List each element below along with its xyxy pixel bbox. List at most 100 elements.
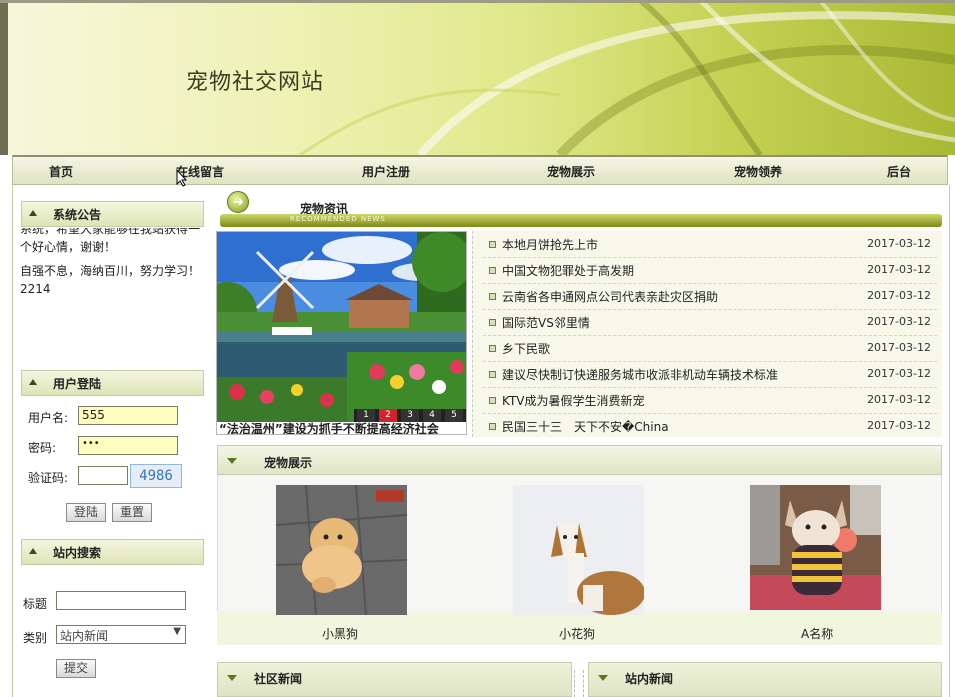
bullet-icon — [489, 397, 496, 404]
triangle-icon — [29, 210, 37, 216]
news-list: 本地月饼抢先上市 2017-03-12 中国文物犯罪处于高发期 2017-03-12… — [472, 231, 942, 437]
news-item-title[interactable]: 中国文物犯罪处于高发期 — [502, 262, 634, 279]
news-item[interactable]: KTV成为暑假学生消费新宠 2017-03-12 — [483, 387, 937, 414]
slide-page-5[interactable]: 5 — [445, 409, 463, 422]
chihuahua-photo[interactable] — [750, 485, 881, 610]
username-input[interactable]: 555 — [78, 406, 178, 425]
news-item[interactable]: 民国三十三 天下不安�China 2017-03-12 — [483, 413, 937, 439]
news-item-date: 2017-03-12 — [867, 393, 931, 406]
slide-page-3[interactable]: 3 — [401, 409, 419, 422]
news-item-date: 2017-03-12 — [867, 367, 931, 380]
community-news-title: 社区新闻 — [254, 672, 303, 686]
news-item-title[interactable]: 云南省各申通网点公司代表亲赴灾区捐助 — [502, 288, 718, 305]
bullet-icon — [489, 293, 496, 300]
chevron-down-icon: ▼ — [173, 626, 181, 637]
reset-button[interactable]: 重置 — [112, 503, 152, 522]
triangle-icon — [29, 379, 37, 385]
pomeranian-photo[interactable] — [276, 485, 407, 615]
bullet-icon — [489, 267, 496, 274]
notice-line: 系统，希望大家能够在我站获得一个好心情，谢谢！ — [20, 228, 201, 254]
notice-title: 系统公告 — [53, 208, 102, 222]
community-news-header: 社区新闻 — [217, 662, 572, 697]
search-header: 站内搜索 — [21, 539, 204, 565]
nav-admin[interactable]: 后台 — [887, 163, 911, 180]
search-title: 站内搜索 — [53, 546, 102, 560]
password-label: 密码: — [28, 441, 57, 455]
pet-image — [750, 485, 881, 610]
captcha-image[interactable]: 4986 — [130, 464, 182, 488]
login-button[interactable]: 登陆 — [66, 503, 106, 522]
windmill-landscape-image — [217, 232, 466, 422]
slide-page-2[interactable]: 2 — [379, 409, 397, 422]
slide-pager: 1 2 3 4 5 — [354, 409, 466, 422]
pet-name[interactable]: 小花狗 — [559, 625, 595, 642]
column-divider — [574, 670, 584, 697]
search-category-select[interactable]: 站内新闻 ▼ — [56, 625, 186, 644]
bullet-icon — [489, 345, 496, 352]
news-item-date: 2017-03-12 — [867, 263, 931, 276]
password-input[interactable]: ••• — [78, 436, 178, 455]
site-title: 宠物社交网站 — [186, 70, 325, 95]
news-item-title[interactable]: 国际范VS邻里情 — [502, 314, 590, 331]
bullet-icon — [489, 423, 496, 430]
bullet-icon — [489, 319, 496, 326]
news-item-title[interactable]: 建议尽快制订快递服务城市收派非机动车辆技术标准 — [502, 366, 778, 383]
slide-page-4[interactable]: 4 — [423, 409, 441, 422]
pet-image — [513, 485, 644, 615]
notice-line: 自强不息，海纳百川，努力学习！2214 — [20, 264, 201, 296]
triangle-icon — [29, 548, 37, 554]
captcha-label: 验证码: — [28, 471, 69, 485]
slide-page-1[interactable]: 1 — [357, 409, 375, 422]
site-banner: 宠物社交网站 — [0, 0, 955, 155]
news-item[interactable]: 本地月饼抢先上市 2017-03-12 — [483, 231, 937, 258]
triangle-down-icon — [598, 675, 608, 681]
slide-caption[interactable]: “法治温州”建设为抓手不断提高经济社会 — [217, 422, 466, 434]
news-item-date: 2017-03-12 — [867, 289, 931, 302]
pets-section-title: 宠物展示 — [264, 456, 313, 470]
username-label: 用户名: — [28, 411, 69, 425]
news-item-date: 2017-03-12 — [867, 341, 931, 354]
nav-pet-adoption[interactable]: 宠物领养 — [734, 163, 782, 180]
basset-hound-photo[interactable] — [513, 485, 644, 615]
search-title-label: 标题 — [23, 597, 48, 611]
triangle-down-icon — [227, 675, 237, 681]
news-item-title[interactable]: 乡下民歌 — [502, 340, 550, 357]
news-item[interactable]: 中国文物犯罪处于高发期 2017-03-12 — [483, 257, 937, 284]
news-item-title[interactable]: 本地月饼抢先上市 — [502, 236, 598, 253]
search-title-input[interactable] — [56, 591, 186, 610]
pets-header: 宠物展示 — [217, 445, 942, 475]
news-item-title[interactable]: 民国三十三 天下不安�China — [502, 418, 669, 435]
main-nav: 首页 在线留言 用户注册 宠物展示 宠物领养 后台 — [12, 155, 948, 185]
login-header: 用户登陆 — [21, 370, 204, 396]
search-submit-button[interactable]: 提交 — [56, 659, 96, 678]
mouse-cursor-icon — [176, 169, 188, 187]
news-item-date: 2017-03-12 — [867, 237, 931, 250]
bullet-icon — [489, 241, 496, 248]
notice-header: 系统公告 — [21, 201, 204, 227]
news-item-date: 2017-03-12 — [867, 315, 931, 328]
site-news-header: 站内新闻 — [588, 662, 942, 697]
triangle-down-icon — [227, 458, 237, 464]
search-category-label: 类别 — [23, 631, 48, 645]
pet-name[interactable]: 小黑狗 — [322, 625, 358, 642]
news-item-date: 2017-03-12 — [867, 419, 931, 432]
news-item[interactable]: 乡下民歌 2017-03-12 — [483, 335, 937, 362]
pet-name[interactable]: A名称 — [801, 625, 833, 642]
login-title: 用户登陆 — [53, 377, 102, 391]
search-category-value: 站内新闻 — [60, 629, 109, 643]
news-item[interactable]: 国际范VS邻里情 2017-03-12 — [483, 309, 937, 336]
nav-home[interactable]: 首页 — [49, 163, 73, 180]
news-item[interactable]: 建议尽快制订快递服务城市收派非机动车辆技术标准 2017-03-12 — [483, 361, 937, 388]
news-item[interactable]: 云南省各申通网点公司代表亲赴灾区捐助 2017-03-12 — [483, 283, 937, 310]
news-subtitle: RECOMMENDED NEWS — [290, 215, 386, 223]
bullet-icon — [489, 371, 496, 378]
news-item-title[interactable]: KTV成为暑假学生消费新宠 — [502, 392, 644, 409]
pet-image — [276, 485, 407, 615]
site-news-title: 站内新闻 — [625, 672, 674, 686]
news-slideshow[interactable]: 1 2 3 4 5 “法治温州”建设为抓手不断提高经济社会 — [216, 231, 467, 435]
nav-register[interactable]: 用户注册 — [362, 163, 410, 180]
nav-pet-display[interactable]: 宠物展示 — [547, 163, 595, 180]
captcha-input[interactable] — [78, 466, 128, 485]
banner-swirl-decoration — [299, 0, 955, 155]
arrow-circle-icon: ➜ — [227, 191, 249, 213]
